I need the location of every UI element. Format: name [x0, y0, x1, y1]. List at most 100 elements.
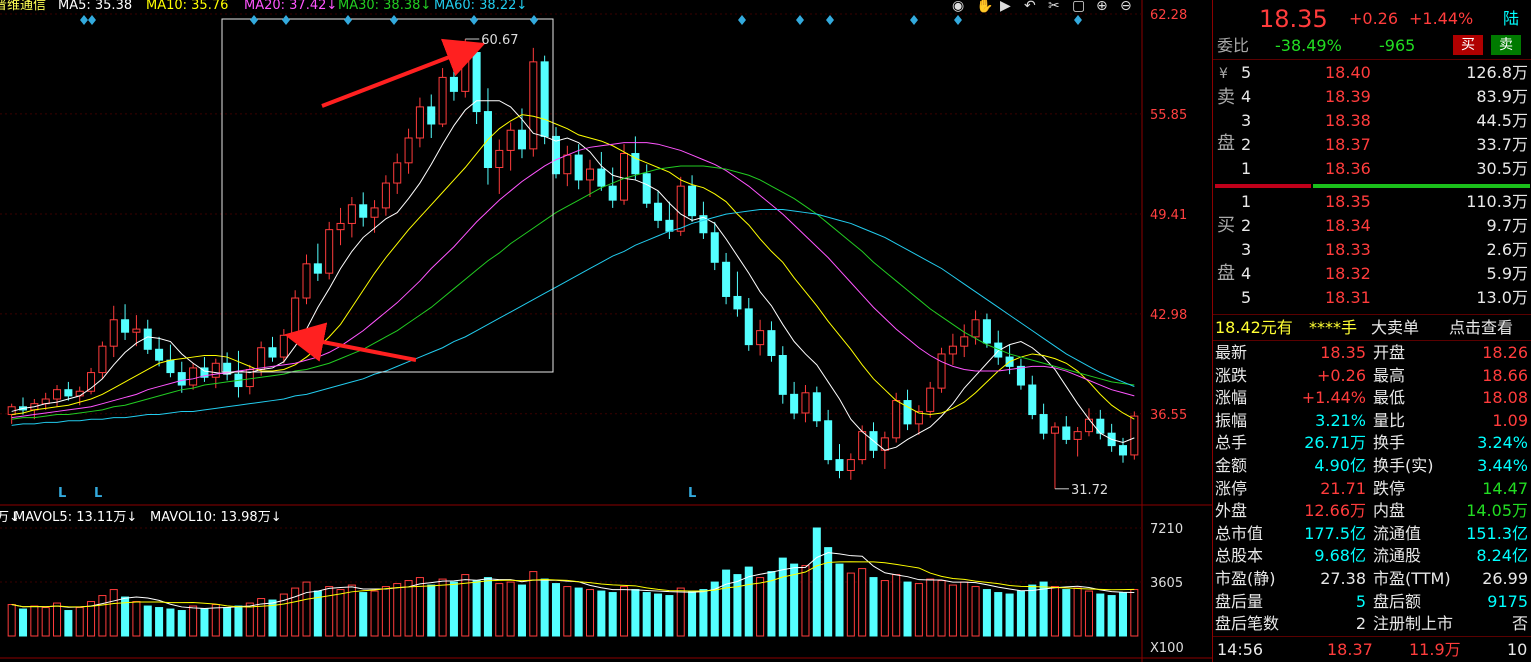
- candle-body: [1039, 414, 1048, 434]
- candle-body: [1062, 426, 1071, 440]
- undo-icon[interactable]: ↶: [1024, 0, 1036, 14]
- stat-value: 18.35: [1320, 343, 1366, 362]
- eye-icon[interactable]: ◉: [952, 0, 964, 14]
- scissors-icon[interactable]: ✂: [1048, 0, 1060, 14]
- ask-price: 18.36: [1325, 159, 1371, 178]
- price-tick-label: 55.85: [1150, 108, 1187, 123]
- volume-bar: [812, 527, 821, 637]
- bid-volume: 5.9万: [1486, 264, 1528, 283]
- volume-bar: [359, 592, 368, 637]
- stat-value: 4.90亿: [1314, 456, 1366, 475]
- price-change-pct: +1.44%: [1409, 9, 1474, 28]
- candle-body: [166, 359, 175, 374]
- ask-level: 3: [1241, 111, 1252, 130]
- signal-diamond-icon: [1074, 15, 1082, 25]
- signal-diamond-icon: [796, 15, 804, 25]
- bid-volume: 9.7万: [1486, 216, 1528, 235]
- big-order-row[interactable]: 18.42元有 ****手 大卖单 点击查看: [1213, 316, 1531, 340]
- bid-row-3[interactable]: 3 18.33 2.6万: [1213, 238, 1531, 262]
- bid-row-2[interactable]: 2 18.34 9.7万: [1213, 214, 1531, 238]
- ask-volume: 44.5万: [1476, 111, 1528, 130]
- ask-row-4[interactable]: 4 18.39 83.9万: [1213, 85, 1531, 109]
- bid-price: 18.32: [1325, 264, 1371, 283]
- kline-chart[interactable]: 60.67 31.72 62.28 55.85 49.41 42.98 36.55 7210 3…: [0, 0, 1212, 662]
- bid-row-5[interactable]: 5 18.31 13.0万: [1213, 286, 1531, 310]
- low-price-label: 31.72: [1071, 483, 1108, 498]
- stat-value: 21.71: [1320, 478, 1366, 498]
- tick-time: 14:56: [1217, 640, 1264, 659]
- bid-level: 2: [1241, 216, 1252, 235]
- volume-bar: [676, 587, 685, 637]
- volume-bar: [166, 608, 175, 637]
- stat-label: 最新: [1215, 343, 1248, 362]
- price-header: 18.35 +0.26 +1.44% 陆: [1213, 4, 1531, 34]
- l-marker: L: [94, 486, 102, 501]
- volume-legend-item: MAVOL5: 13.11万↓: [14, 510, 137, 525]
- ask-level: 2: [1241, 135, 1252, 154]
- volume-bar: [574, 587, 583, 637]
- stat-value: 18.66: [1482, 365, 1528, 385]
- stats-row: 涨幅 +1.44% 最低 18.08: [1213, 386, 1531, 409]
- candle-body: [903, 400, 912, 425]
- candle-body: [257, 347, 266, 370]
- candle-body: [529, 61, 538, 150]
- volume-bar: [189, 605, 198, 637]
- zoom-in-icon[interactable]: ⊕: [1096, 0, 1108, 14]
- bid-volume: 13.0万: [1476, 288, 1528, 307]
- signal-diamond-icon: [344, 15, 352, 25]
- red-arrow-down: [284, 322, 417, 362]
- buy-button[interactable]: 买: [1453, 35, 1483, 55]
- stat-value: 否: [1511, 614, 1528, 634]
- ask-row-3[interactable]: 3 18.38 44.5万: [1213, 109, 1531, 133]
- hand-icon[interactable]: ✋: [976, 0, 993, 14]
- candle-body: [461, 52, 470, 92]
- ask-level: 5: [1241, 63, 1252, 82]
- stat-label: 最高: [1373, 365, 1406, 385]
- signal-diamond-icon: [530, 15, 538, 25]
- volume-bar: [756, 577, 765, 637]
- window-icon[interactable]: ▢: [1072, 0, 1085, 14]
- bid-side-label-2: 盘: [1217, 263, 1235, 284]
- candle-body: [551, 135, 561, 175]
- volume-tick-label: 3605: [1150, 576, 1183, 591]
- candle-body: [132, 328, 141, 333]
- stat-value: 2: [1355, 614, 1366, 634]
- stat-value: 18.26: [1482, 343, 1528, 362]
- signal-diamond-icon: [910, 15, 918, 25]
- ma-line-ma60: [11, 208, 1135, 426]
- stat-label: 涨幅: [1215, 388, 1248, 408]
- stat-label: 量比: [1373, 410, 1406, 430]
- ma-lines: [11, 100, 1135, 451]
- volume-bar: [926, 578, 935, 637]
- ask-row-5[interactable]: 5 18.40 126.8万: [1213, 61, 1531, 85]
- candle-body: [393, 162, 402, 184]
- stat-label: 换手: [1373, 433, 1406, 453]
- bid-volume: 110.3万: [1466, 192, 1528, 211]
- ask-row-2[interactable]: 2 18.37 33.7万: [1213, 133, 1531, 157]
- stats-row: 最新 18.35 开盘 18.26: [1213, 341, 1531, 364]
- bid-row-4[interactable]: 4 18.32 5.9万: [1213, 262, 1531, 286]
- candle-body: [302, 263, 311, 299]
- stat-label: 盘后额: [1373, 591, 1422, 611]
- stat-value: 27.38: [1320, 569, 1366, 588]
- high-price-label: 60.67: [481, 33, 518, 48]
- candle-body: [654, 202, 663, 221]
- volume-bar: [665, 595, 674, 637]
- volume-bar: [631, 589, 640, 637]
- signal-diamond-icon: [80, 15, 88, 25]
- volume-bar: [801, 565, 810, 637]
- volume-bar: [982, 589, 991, 637]
- chart-text-layer: 60.67 31.72 62.28 55.85 49.41 42.98 36.55 7210 3…: [0, 0, 1187, 656]
- play-icon[interactable]: ▶: [1000, 0, 1011, 14]
- ask-strength-bar: [1215, 184, 1311, 188]
- volume-bar: [688, 590, 697, 637]
- stat-label: 换手(实): [1373, 456, 1434, 475]
- zoom-out-icon[interactable]: ⊖: [1120, 0, 1132, 14]
- bid-row-1[interactable]: 1 18.35 110.3万: [1213, 190, 1531, 214]
- sell-button[interactable]: 卖: [1491, 35, 1521, 55]
- view-big-order-link[interactable]: 点击查看: [1449, 316, 1513, 340]
- volume-bar: [75, 607, 84, 637]
- ask-row-1[interactable]: 1 18.36 30.5万: [1213, 157, 1531, 181]
- stock-name-label: 晋维通信: [0, 0, 46, 13]
- stat-value: 3.44%: [1477, 456, 1528, 475]
